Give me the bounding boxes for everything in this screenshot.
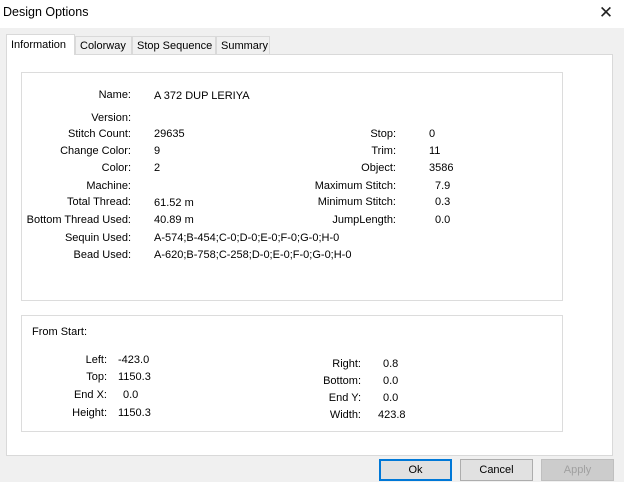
dialog-client: Information Colorway Stop Sequence Summa… [0, 28, 624, 496]
trim-label: Trim: [371, 145, 396, 157]
right-value: 0.8 [383, 358, 399, 370]
close-button[interactable]: ✕ [594, 2, 618, 24]
change-color-label: Change Color: [60, 145, 131, 157]
width-label: Width: [329, 409, 361, 421]
left-label: Left: [85, 354, 107, 366]
end-y-label: End Y: [328, 392, 361, 404]
sequin-label: Sequin Used: [64, 232, 131, 244]
color-value: 2 [154, 162, 161, 174]
width-value: 423.8 [378, 409, 406, 421]
jump-length-value: 0.0 [435, 214, 451, 226]
sequin-value: A-574;B-454;C-0;D-0;E-0;F-0;G-0;H-0 [154, 232, 340, 244]
apply-button[interactable]: Apply [541, 459, 614, 481]
left-value: -423.0 [118, 354, 150, 366]
trim-value: 11 [429, 145, 441, 157]
max-stitch-value: 7.9 [435, 180, 451, 192]
window-title: Design Options [3, 5, 89, 19]
tab-colorway[interactable]: Colorway [75, 36, 132, 54]
name-label: Name: [98, 89, 131, 101]
change-color-value: 9 [154, 145, 161, 157]
stitch-count-label: Stitch Count: [68, 128, 131, 140]
cancel-button[interactable]: Cancel [460, 459, 533, 481]
info-group: Name: A 372 DUP LERIYA Version: Stitch C… [21, 72, 563, 301]
bottom-thread-value: 40.89 m [154, 214, 194, 226]
stop-value: 0 [429, 128, 436, 140]
stitch-count-value: 29635 [154, 128, 185, 140]
stop-label: Stop: [370, 128, 396, 140]
object-value: 3586 [429, 162, 454, 174]
information-panel: Name: A 372 DUP LERIYA Version: Stitch C… [6, 54, 613, 456]
end-x-label: End X: [73, 389, 107, 401]
tab-information[interactable]: Information [6, 34, 75, 55]
close-icon: ✕ [598, 3, 614, 22]
from-start-group: From Start: Left: -423.0 Top: 1150.3 End… [21, 315, 563, 432]
machine-label: Machine: [86, 180, 131, 192]
name-value: A 372 DUP LERIYA [154, 90, 250, 102]
min-stitch-label: Minimum Stitch: [317, 196, 396, 208]
background-strip [0, 482, 624, 496]
ok-button[interactable]: Ok [379, 459, 452, 481]
bottom-thread-label: Bottom Thread Used: [26, 214, 131, 226]
jump-length-label: JumpLength: [332, 214, 396, 226]
bead-value: A-620;B-758;C-258;D-0;E-0;F-0;G-0;H-0 [154, 249, 352, 261]
tab-stop-sequence[interactable]: Stop Sequence [132, 36, 216, 54]
bottom-value: 0.0 [383, 375, 399, 387]
min-stitch-value: 0.3 [435, 196, 451, 208]
version-label: Version: [91, 112, 131, 124]
right-label: Right: [332, 358, 361, 370]
total-thread-label: Total Thread: [66, 196, 131, 208]
end-x-value: 0.0 [123, 389, 139, 401]
object-label: Object: [361, 162, 396, 174]
from-start-heading: From Start: [32, 326, 88, 338]
tab-summary[interactable]: Summary [216, 36, 270, 54]
top-value: 1150.3 [118, 371, 151, 383]
total-thread-value: 61.52 m [154, 197, 194, 209]
height-value: 1150.3 [118, 407, 151, 419]
bottom-label: Bottom: [323, 375, 361, 387]
title-bar: Design Options ✕ [0, 0, 624, 28]
color-label: Color: [101, 162, 131, 174]
height-label: Height: [72, 407, 107, 419]
bead-label: Bead Used: [73, 249, 131, 261]
max-stitch-label: Maximum Stitch: [314, 180, 396, 192]
top-label: Top: [86, 371, 107, 383]
end-y-value: 0.0 [383, 392, 399, 404]
